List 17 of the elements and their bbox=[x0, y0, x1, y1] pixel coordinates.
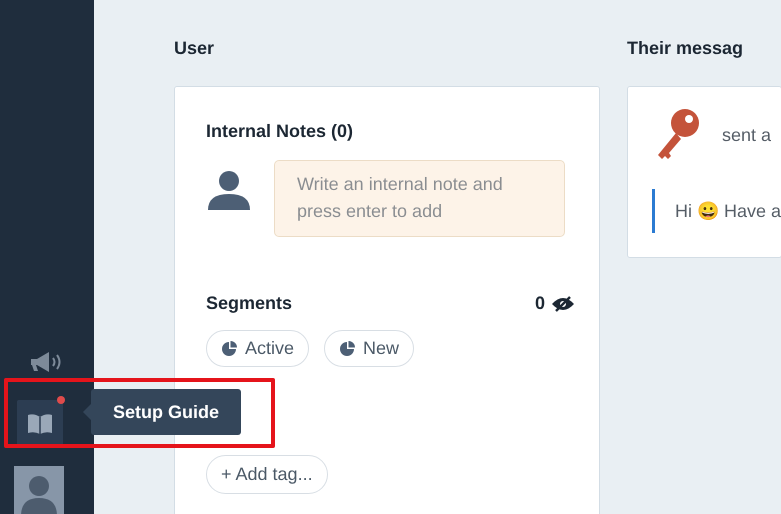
pie-chart-icon bbox=[339, 340, 356, 356]
message-text: Hi 😀 Have a bbox=[675, 200, 781, 222]
segment-chip[interactable]: New bbox=[324, 330, 414, 367]
tooltip-pointer bbox=[83, 404, 91, 420]
person-icon bbox=[206, 170, 252, 210]
segment-chip[interactable]: Active bbox=[206, 330, 310, 367]
section-title: Internal Notes (0) bbox=[206, 121, 354, 142]
section-title: Segments bbox=[206, 293, 292, 314]
pie-chart-icon bbox=[221, 340, 237, 356]
tooltip: Setup Guide bbox=[91, 389, 242, 435]
segment-count: 0 bbox=[534, 293, 545, 314]
add-tag-button[interactable]: + Add tag... bbox=[206, 455, 328, 494]
column-heading: User bbox=[174, 38, 216, 59]
note-input[interactable]: Write an internal note and press enter to add bbox=[274, 160, 565, 237]
event-text: sent a bbox=[722, 124, 772, 146]
column-heading: Their messag bbox=[627, 38, 744, 59]
eye-slash-icon[interactable] bbox=[551, 296, 575, 312]
